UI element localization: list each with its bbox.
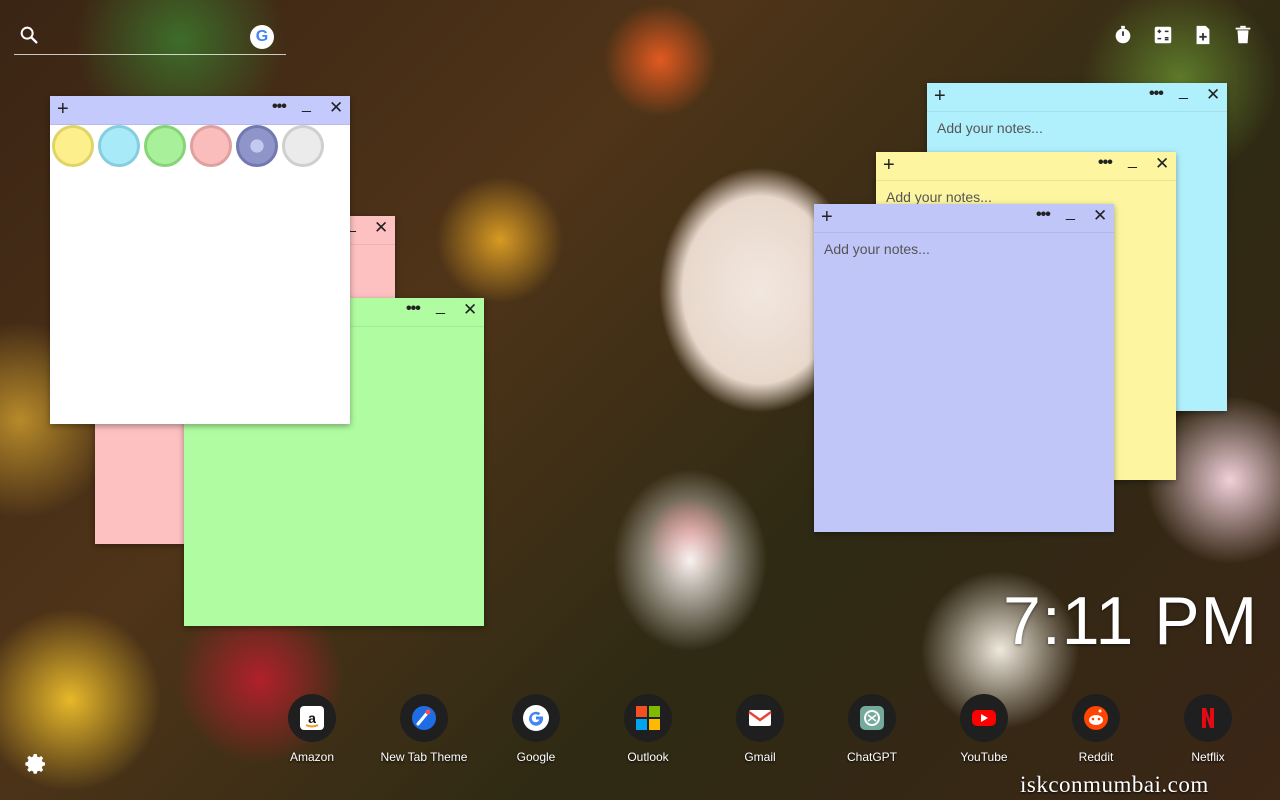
shortcut-label: Amazon <box>289 750 335 764</box>
shortcut-label: New Tab Theme <box>380 750 468 764</box>
youtube-icon <box>960 694 1008 742</box>
minimize-icon[interactable]: _ <box>1128 152 1137 170</box>
more-options-icon[interactable]: ••• <box>1098 154 1113 172</box>
add-note-icon[interactable]: + <box>821 206 833 228</box>
note-header: + ••• _ ✕ <box>50 96 350 125</box>
color-swatch-yellow[interactable] <box>52 125 94 167</box>
search-bar: G <box>14 22 286 55</box>
gmail-icon <box>736 694 784 742</box>
close-icon[interactable]: ✕ <box>1155 154 1169 174</box>
shortcut-google[interactable]: Google <box>491 694 581 764</box>
color-swatch-white[interactable] <box>282 125 324 167</box>
search-input[interactable] <box>48 24 252 50</box>
search-icon[interactable] <box>18 24 40 46</box>
note-blue[interactable]: + ••• _ ✕ <box>814 204 1114 532</box>
minimize-icon[interactable]: _ <box>436 298 445 316</box>
top-bar: G <box>0 0 1280 70</box>
shortcut-chatgpt[interactable]: ChatGPT <box>827 694 917 764</box>
shortcut-netflix[interactable]: Netflix <box>1163 694 1253 764</box>
reddit-icon <box>1072 694 1120 742</box>
color-picker <box>50 125 352 167</box>
delete-icon[interactable] <box>1232 24 1254 46</box>
shortcut-label: Google <box>516 750 556 764</box>
close-icon[interactable]: ✕ <box>374 218 388 238</box>
add-note-icon[interactable]: + <box>57 98 69 120</box>
svg-text:a: a <box>308 710 316 726</box>
more-options-icon[interactable]: ••• <box>272 98 287 116</box>
color-swatch-pink[interactable] <box>190 125 232 167</box>
shortcut-label: Reddit <box>1078 750 1114 764</box>
close-icon[interactable]: ✕ <box>1093 206 1107 226</box>
calculator-icon[interactable] <box>1152 24 1174 46</box>
shortcut-gmail[interactable]: Gmail <box>715 694 805 764</box>
close-icon[interactable]: ✕ <box>463 300 477 320</box>
shortcut-dock: a Amazon New Tab Theme Google Outlook Gm… <box>280 694 1240 774</box>
toolbar <box>1112 24 1254 46</box>
netflix-icon <box>1184 694 1232 742</box>
clock: 7:11 PM <box>1003 583 1259 659</box>
close-icon[interactable]: ✕ <box>329 98 343 118</box>
add-note-icon[interactable]: + <box>883 154 895 176</box>
shortcut-label: ChatGPT <box>846 750 897 764</box>
shortcut-outlook[interactable]: Outlook <box>603 694 693 764</box>
shortcut-label: Gmail <box>744 750 776 764</box>
color-swatch-green[interactable] <box>144 125 186 167</box>
shortcut-label: Outlook <box>627 750 669 764</box>
shortcut-new-tab-theme[interactable]: New Tab Theme <box>379 694 469 764</box>
shortcut-label: YouTube <box>960 750 1008 764</box>
more-options-icon[interactable]: ••• <box>1036 206 1051 224</box>
watermark: iskconmumbai.com <box>1020 772 1209 797</box>
minimize-icon[interactable]: _ <box>1066 204 1075 222</box>
note-header: + ••• _ ✕ <box>814 204 1114 233</box>
close-icon[interactable]: ✕ <box>1206 85 1220 105</box>
amazon-icon: a <box>288 694 336 742</box>
more-options-icon[interactable]: ••• <box>406 300 421 318</box>
note-header: + ••• _ ✕ <box>876 152 1176 181</box>
minimize-icon[interactable]: _ <box>302 96 311 114</box>
note-white[interactable]: + ••• _ ✕ <box>50 96 350 424</box>
settings-gear-icon[interactable] <box>24 752 48 776</box>
new-tab-theme-icon <box>400 694 448 742</box>
color-swatch-cyan[interactable] <box>98 125 140 167</box>
shortcut-youtube[interactable]: YouTube <box>939 694 1029 764</box>
note-header: + ••• _ ✕ <box>927 83 1227 112</box>
minimize-icon[interactable]: _ <box>1179 83 1188 101</box>
shortcut-label: Netflix <box>1191 750 1225 764</box>
outlook-icon <box>624 694 672 742</box>
add-note-icon[interactable] <box>1192 24 1214 46</box>
shortcut-amazon[interactable]: a Amazon <box>267 694 357 764</box>
color-swatch-blue-selected[interactable] <box>236 125 278 167</box>
google-icon <box>512 694 560 742</box>
note-textarea[interactable] <box>50 176 350 424</box>
chatgpt-icon <box>848 694 896 742</box>
google-icon[interactable]: G <box>250 25 274 49</box>
shortcut-reddit[interactable]: Reddit <box>1051 694 1141 764</box>
more-options-icon[interactable]: ••• <box>1149 85 1164 103</box>
note-textarea[interactable] <box>814 233 1114 532</box>
add-note-icon[interactable]: + <box>934 85 946 107</box>
timer-icon[interactable] <box>1112 24 1134 46</box>
